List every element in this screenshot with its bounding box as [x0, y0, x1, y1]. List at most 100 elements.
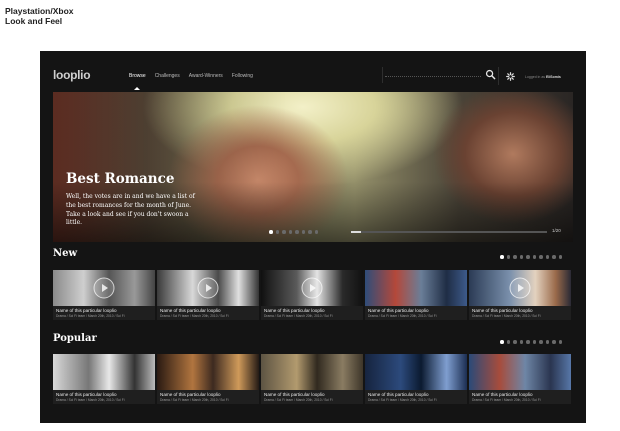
row-dot[interactable]: [545, 340, 549, 344]
video-card-info: Name of this particular looplio Drama / S…: [469, 390, 571, 404]
video-meta: Drama / Sci Fi team / March 20th, 2010 /…: [56, 314, 125, 318]
section-title-new: New: [53, 248, 78, 259]
video-meta: Drama / Sci Fi team / March 20th, 2010 /…: [368, 314, 437, 318]
video-card-info: Name of this particular looplio Drama / S…: [261, 306, 363, 320]
video-card[interactable]: Name of this particular looplio Drama / S…: [261, 270, 363, 320]
video-thumbnail: [469, 354, 571, 390]
row-dot[interactable]: [532, 255, 536, 259]
hero-dot[interactable]: [269, 230, 273, 234]
row-dot[interactable]: [552, 340, 556, 344]
user-status: Logged in as EliSomis: [525, 75, 561, 79]
video-meta: Drama / Sci Fi team / March 20th, 2010 /…: [264, 398, 333, 402]
row-dot[interactable]: [513, 340, 517, 344]
video-title: Name of this particular looplio: [472, 308, 533, 313]
video-card-info: Name of this particular looplio Drama / S…: [261, 390, 363, 404]
video-meta: Drama / Sci Fi team / March 20th, 2010 /…: [160, 398, 229, 402]
row-dot[interactable]: [532, 340, 536, 344]
play-icon[interactable]: [300, 276, 324, 300]
video-thumbnail: [365, 354, 467, 390]
search-box: [382, 67, 496, 83]
hero-dot[interactable]: [288, 230, 292, 234]
video-title: Name of this particular looplio: [472, 392, 533, 397]
featured-hero[interactable]: Best Romance Well, the votes are in and …: [53, 92, 573, 242]
video-meta: Drama / Sci Fi team / March 20th, 2010 /…: [56, 398, 125, 402]
hero-dot[interactable]: [295, 230, 299, 234]
gear-icon[interactable]: [506, 72, 515, 81]
video-card-info: Name of this particular looplio Drama / S…: [365, 306, 467, 320]
video-card[interactable]: Name of this particular looplio Drama / S…: [157, 354, 259, 404]
search-icon[interactable]: [485, 69, 496, 80]
video-thumbnail: [469, 270, 571, 306]
new-row-pagination: [500, 255, 562, 259]
row-dot[interactable]: [500, 255, 504, 259]
video-title: Name of this particular looplio: [368, 392, 429, 397]
username[interactable]: EliSomis: [546, 75, 561, 79]
video-thumbnail: [53, 354, 155, 390]
row-dot[interactable]: [526, 255, 530, 259]
search-input[interactable]: [385, 75, 481, 77]
row-dot[interactable]: [545, 255, 549, 259]
row-dot[interactable]: [506, 340, 510, 344]
looplio-logo[interactable]: looplio: [53, 68, 91, 82]
video-card-info: Name of this particular looplio Drama / S…: [469, 306, 571, 320]
video-meta: Drama / Sci Fi team / March 20th, 2010 /…: [368, 398, 437, 402]
video-card[interactable]: Name of this particular looplio Drama / S…: [53, 354, 155, 404]
video-card[interactable]: Name of this particular looplio Drama / S…: [157, 270, 259, 320]
row-dot[interactable]: [500, 340, 504, 344]
row-dot[interactable]: [506, 255, 510, 259]
video-card[interactable]: Name of this particular looplio Drama / S…: [365, 270, 467, 320]
row-dot[interactable]: [558, 255, 562, 259]
hero-dot[interactable]: [282, 230, 286, 234]
nav-item-following[interactable]: Following: [232, 73, 253, 79]
video-title: Name of this particular looplio: [160, 392, 221, 397]
video-card[interactable]: Name of this particular looplio Drama / S…: [469, 270, 571, 320]
video-card-info: Name of this particular looplio Drama / S…: [365, 390, 467, 404]
video-meta: Drama / Sci Fi team / March 20th, 2010 /…: [472, 314, 541, 318]
video-card[interactable]: Name of this particular looplio Drama / S…: [365, 354, 467, 404]
video-title: Name of this particular looplio: [368, 308, 429, 313]
row-dot[interactable]: [558, 340, 562, 344]
hero-dot[interactable]: [308, 230, 312, 234]
video-meta: Drama / Sci Fi team / March 20th, 2010 /…: [264, 314, 333, 318]
hero-progress-bar[interactable]: [351, 231, 547, 233]
row-dot[interactable]: [519, 340, 523, 344]
video-thumbnail: [261, 354, 363, 390]
video-title: Name of this particular looplio: [160, 308, 221, 313]
nav-item-award-winners[interactable]: Award-Winners: [189, 73, 223, 79]
video-card[interactable]: Name of this particular looplio Drama / S…: [53, 270, 155, 320]
row-dot[interactable]: [552, 255, 556, 259]
hero-dot[interactable]: [314, 230, 318, 234]
video-thumbnail: [365, 270, 467, 306]
video-meta: Drama / Sci Fi team / March 20th, 2010 /…: [160, 314, 229, 318]
row-dot[interactable]: [526, 340, 530, 344]
row-dot[interactable]: [539, 340, 543, 344]
row-dot[interactable]: [519, 255, 523, 259]
play-icon[interactable]: [92, 276, 116, 300]
video-card[interactable]: Name of this particular looplio Drama / S…: [469, 354, 571, 404]
popular-row-pagination: [500, 340, 562, 344]
tv-app-screen: looplio Browse Challenges Award-Winners …: [40, 51, 586, 423]
nav-item-browse[interactable]: Browse: [129, 73, 146, 90]
row-dot[interactable]: [513, 255, 517, 259]
play-icon[interactable]: [196, 276, 220, 300]
video-title: Name of this particular looplio: [56, 308, 117, 313]
section-title-popular: Popular: [53, 333, 97, 344]
nav-item-challenges[interactable]: Challenges: [155, 73, 180, 79]
popular-row: Name of this particular looplio Drama / S…: [53, 354, 573, 404]
video-title: Name of this particular looplio: [264, 392, 325, 397]
video-title: Name of this particular looplio: [264, 308, 325, 313]
top-navigation-bar: looplio Browse Challenges Award-Winners …: [40, 51, 586, 92]
video-card-info: Name of this particular looplio Drama / S…: [157, 390, 259, 404]
video-card[interactable]: Name of this particular looplio Drama / S…: [261, 354, 363, 404]
user-prefix: Logged in as: [525, 75, 546, 79]
caption-line-2: Look and Feel: [5, 16, 63, 26]
new-row: Name of this particular looplio Drama / S…: [53, 270, 573, 320]
hero-dot[interactable]: [301, 230, 305, 234]
header-divider: [498, 67, 499, 85]
main-nav: Browse Challenges Award-Winners Followin…: [129, 73, 253, 90]
hero-dot[interactable]: [275, 230, 279, 234]
row-dot[interactable]: [539, 255, 543, 259]
video-card-info: Name of this particular looplio Drama / S…: [157, 306, 259, 320]
hero-title: Best Romance: [66, 171, 175, 187]
play-icon[interactable]: [508, 276, 532, 300]
